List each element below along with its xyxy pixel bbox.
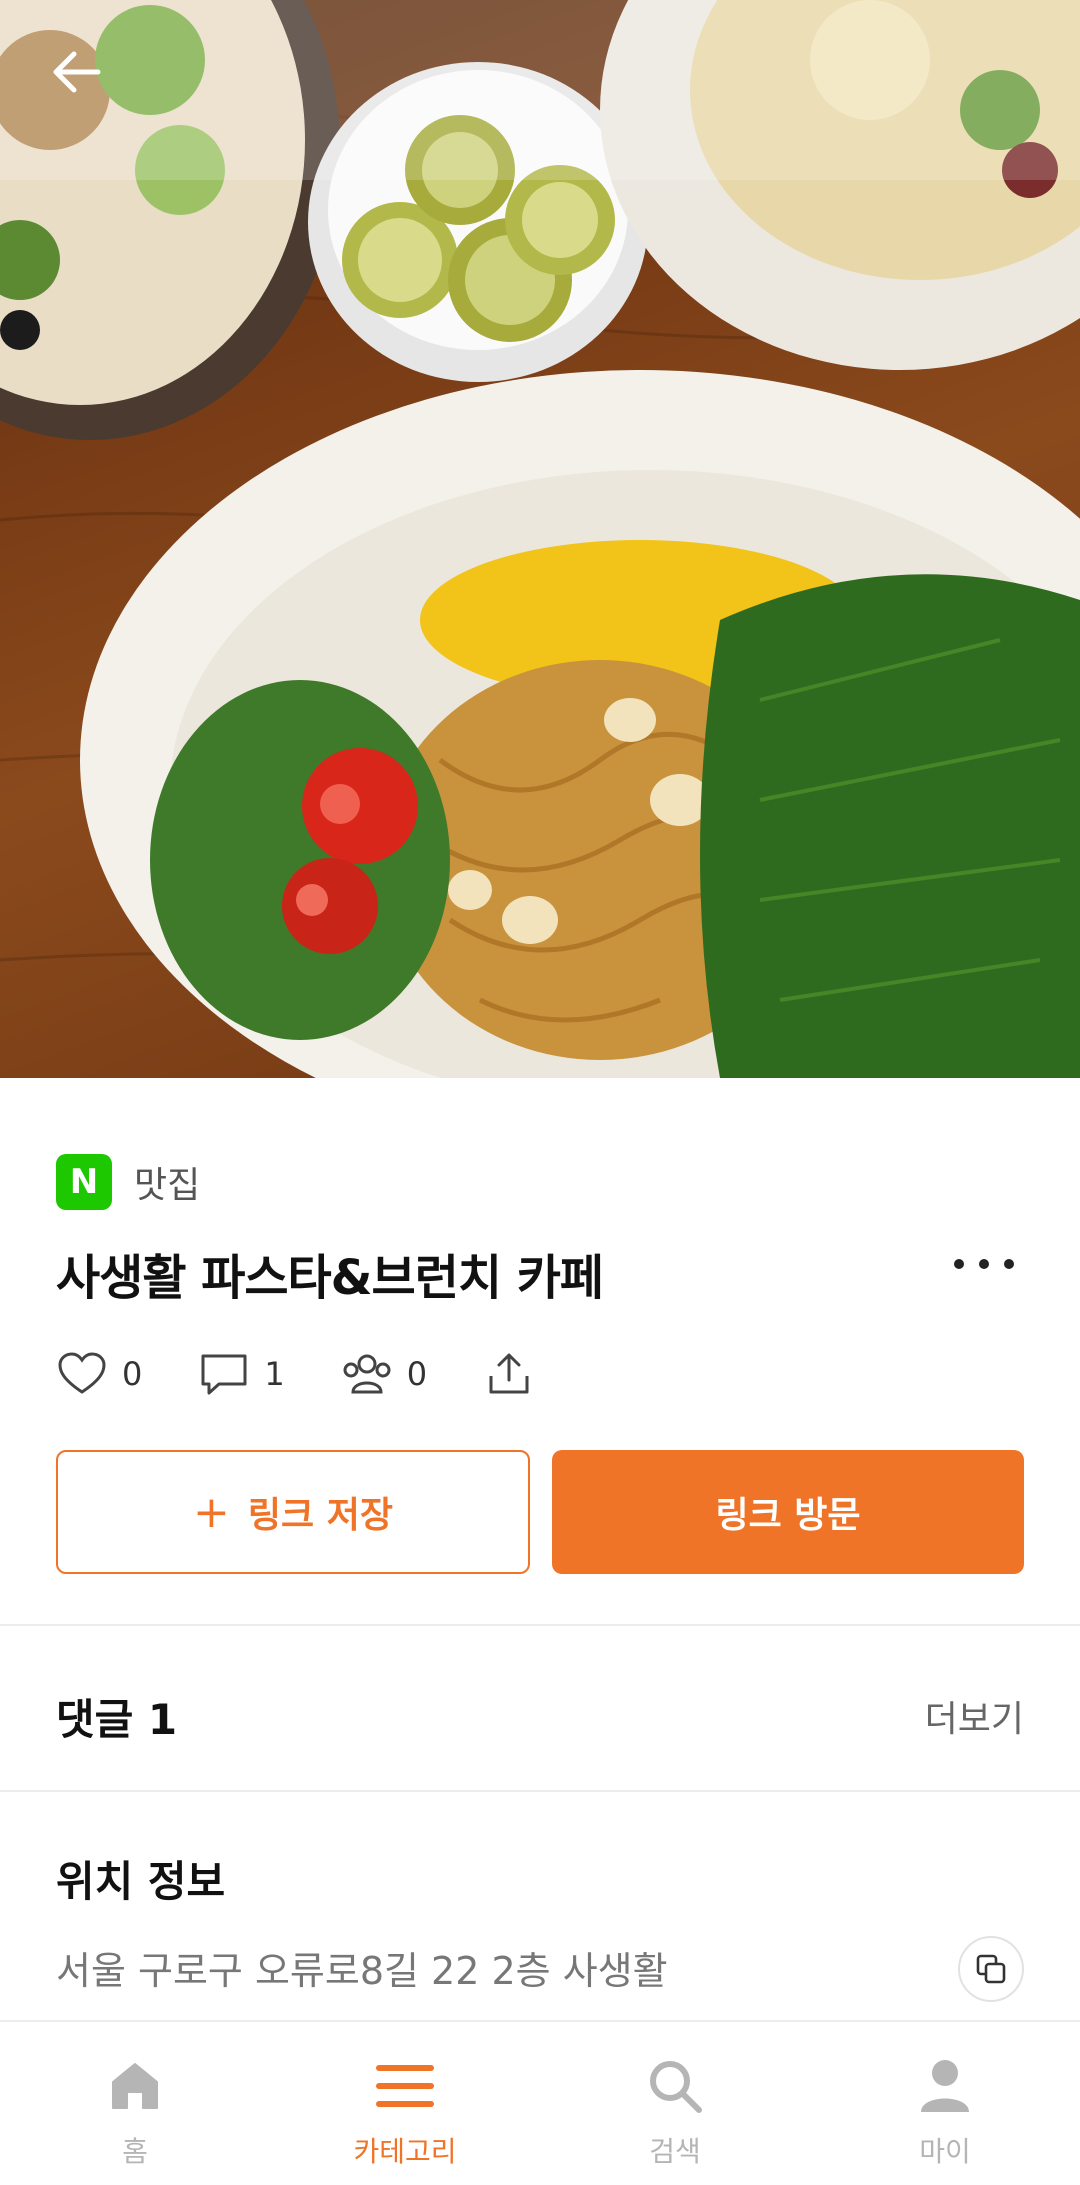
copy-icon xyxy=(976,1954,1006,1984)
copy-address-button[interactable] xyxy=(958,1936,1024,2002)
comment-count: 1 xyxy=(264,1355,285,1393)
back-button[interactable] xyxy=(50,50,130,130)
category-label: 맛집 xyxy=(134,1165,201,1206)
share-icon xyxy=(483,1348,535,1400)
hero-food-image xyxy=(0,0,1080,1078)
nav-category-label: 카테고리 xyxy=(353,2135,457,2168)
group-icon xyxy=(341,1348,393,1400)
bottom-navigation: 홈 카테고리 검색 마이 xyxy=(0,2020,1080,2185)
more-options-button[interactable] xyxy=(954,1244,1014,1284)
arrow-left-icon xyxy=(53,51,101,93)
nav-home-label: 홈 xyxy=(122,2135,148,2168)
comment-button[interactable]: 1 xyxy=(198,1348,285,1400)
nav-my-label: 마이 xyxy=(919,2135,971,2168)
share-button[interactable] xyxy=(483,1348,535,1400)
dot-icon xyxy=(1004,1259,1014,1269)
nav-search[interactable]: 검색 xyxy=(540,2022,810,2185)
nav-home[interactable]: 홈 xyxy=(0,2022,270,2185)
home-icon xyxy=(105,2056,165,2116)
search-icon xyxy=(645,2056,705,2116)
visit-link-button[interactable]: 링크 방문 xyxy=(552,1450,1024,1574)
address-text: 서울 구로구 오류로8길 22 2층 사생활 xyxy=(56,1949,668,1993)
naver-badge: N xyxy=(56,1154,112,1210)
menu-icon xyxy=(375,2056,435,2116)
heart-icon xyxy=(56,1348,108,1400)
nav-my[interactable]: 마이 xyxy=(810,2022,1080,2185)
post-title: 사생활 파스타&브런치 카페 xyxy=(56,1250,604,1306)
group-count: 0 xyxy=(406,1355,428,1393)
dot-icon xyxy=(954,1259,964,1269)
comments-more-link[interactable]: 더보기 xyxy=(925,1690,1024,1742)
plus-icon: + xyxy=(193,1486,230,1538)
save-link-button[interactable]: + 링크 저장 xyxy=(56,1450,530,1574)
dot-icon xyxy=(979,1259,989,1269)
like-button[interactable]: 0 xyxy=(56,1348,142,1400)
like-count: 0 xyxy=(122,1355,143,1393)
comment-icon xyxy=(198,1348,250,1400)
user-icon xyxy=(915,2056,975,2116)
section-divider xyxy=(0,1790,1080,1792)
share-group-button[interactable]: 0 xyxy=(341,1348,427,1400)
visit-link-label: 링크 방문 xyxy=(715,1495,861,1536)
header-overlay xyxy=(0,0,1080,180)
nav-category[interactable]: 카테고리 xyxy=(270,2022,540,2185)
nav-search-label: 검색 xyxy=(649,2135,701,2168)
save-link-label: 링크 저장 xyxy=(247,1495,393,1536)
comments-title: 댓글 1 xyxy=(56,1695,178,1744)
category-row: N 맛집 xyxy=(56,1154,200,1210)
section-divider xyxy=(0,1624,1080,1626)
location-title: 위치 정보 xyxy=(56,1857,226,1906)
stats-row: 0 1 0 xyxy=(56,1348,591,1400)
